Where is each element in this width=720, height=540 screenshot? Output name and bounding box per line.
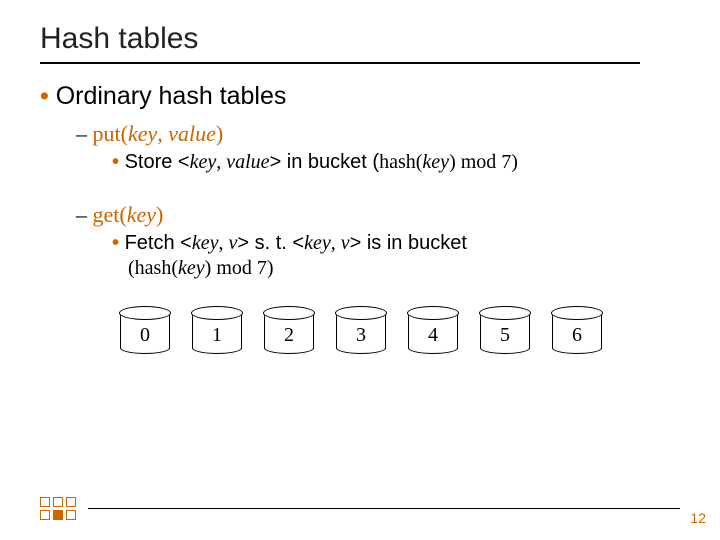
bullet-get-fetch-line2: (hash(key) mod 7) [128, 257, 680, 280]
square-icon [53, 497, 63, 507]
store-post: > in bucket ( [270, 151, 380, 173]
store-pre: Store < [125, 151, 190, 173]
logo-squares-icon [40, 497, 76, 520]
fetch-mid: > s. t. < [237, 232, 304, 254]
store-p2: ) [449, 151, 461, 173]
cylinder-top-icon [335, 306, 387, 320]
bucket-label: 1 [192, 314, 242, 354]
bullet-put: put(key, value) [76, 121, 680, 147]
bucket-row: 0 1 2 3 4 5 6 [120, 306, 680, 354]
bucket-6: 6 [552, 306, 602, 354]
bucket-label: 2 [264, 314, 314, 354]
f2-hash: hash [135, 257, 172, 279]
fetch-k2: key [304, 232, 331, 254]
store-tail: 7) [496, 151, 518, 173]
bucket-label: 4 [408, 314, 458, 354]
f2-tail: 7) [252, 257, 274, 279]
fetch-sep: , [218, 232, 228, 254]
bucket-label: 3 [336, 314, 386, 354]
square-icon [40, 497, 50, 507]
fetch-pre: Fetch < [125, 232, 192, 254]
bullet-get: get(key) [76, 202, 680, 228]
get-arg: key [127, 202, 156, 227]
bucket-label: 6 [552, 314, 602, 354]
bucket-0: 0 [120, 306, 170, 354]
store-k: key [190, 151, 217, 173]
store-hash: hash [379, 151, 416, 173]
fetch-post: > is in bucket [350, 232, 467, 254]
fetch-v2: v [341, 232, 350, 254]
store-sep: , [216, 151, 226, 173]
bucket-label: 0 [120, 314, 170, 354]
put-pre: put( [93, 121, 128, 146]
f2-p2: ) [205, 257, 217, 279]
cylinder-top-icon [263, 306, 315, 320]
square-filled-icon [53, 510, 63, 520]
cylinder-top-icon [407, 306, 459, 320]
fetch-k: key [192, 232, 219, 254]
f2-key: key [178, 257, 205, 279]
slide: Hash tables Ordinary hash tables put(key… [0, 0, 720, 540]
bucket-1: 1 [192, 306, 242, 354]
put-sep: , [157, 121, 168, 146]
bullet-put-store: Store <key, value> in bucket (hash(key) … [112, 151, 680, 174]
get-post: ) [156, 202, 163, 227]
cylinder-top-icon [191, 306, 243, 320]
bucket-label: 5 [480, 314, 530, 354]
store-v: value [226, 151, 269, 173]
bucket-2: 2 [264, 306, 314, 354]
page-number: 12 [690, 510, 706, 526]
bucket-4: 4 [408, 306, 458, 354]
fetch-sep2: , [331, 232, 341, 254]
get-pre: get( [93, 202, 127, 227]
cylinder-top-icon [479, 306, 531, 320]
b1-text: Ordinary hash tables [56, 82, 287, 110]
footer-rule [88, 508, 680, 509]
put-post: ) [216, 121, 223, 146]
cylinder-top-icon [551, 306, 603, 320]
square-icon [66, 497, 76, 507]
f2-open: ( [128, 257, 135, 279]
cylinder-top-icon [119, 306, 171, 320]
f2-p1: ( [171, 257, 178, 279]
put-arg2: value [168, 121, 216, 146]
bucket-5: 5 [480, 306, 530, 354]
put-arg1: key [128, 121, 157, 146]
footer [40, 497, 680, 520]
bullet-level1: Ordinary hash tables [40, 82, 680, 111]
store-key2: key [422, 151, 449, 173]
store-mod: mod [461, 151, 497, 173]
slide-title: Hash tables [40, 22, 680, 56]
square-icon [66, 510, 76, 520]
bucket-3: 3 [336, 306, 386, 354]
bullet-get-fetch: Fetch <key, v> s. t. <key, v> is in buck… [112, 232, 680, 255]
square-icon [40, 510, 50, 520]
title-rule [40, 62, 640, 64]
f2-mod: mod [216, 257, 252, 279]
